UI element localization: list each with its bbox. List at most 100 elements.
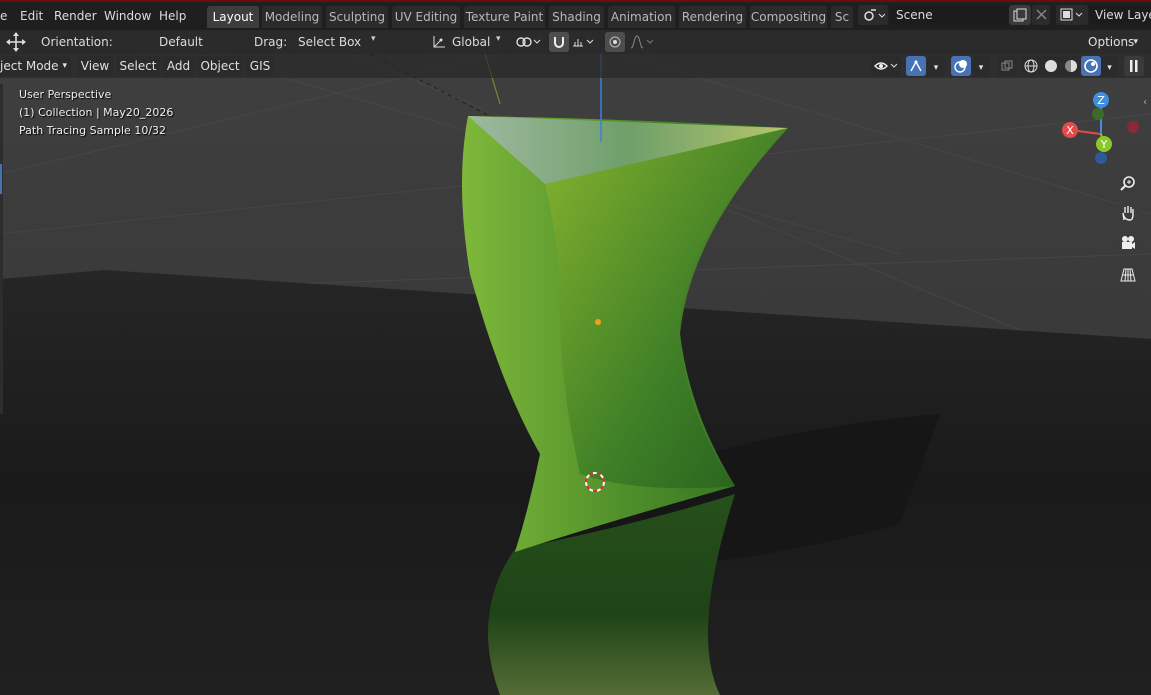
close-icon [1036, 9, 1047, 20]
tab-uv-editing[interactable]: UV Editing [392, 6, 460, 28]
menu-gis[interactable]: GIS [246, 56, 274, 76]
zoom-icon [1120, 176, 1135, 191]
copy-icon [1013, 8, 1027, 22]
view-layer-field[interactable]: View Layer [1089, 5, 1151, 25]
orientation-dropdown[interactable]: Default [135, 32, 234, 52]
gizmo-neg-z[interactable] [1095, 152, 1107, 164]
xray-toggle-button[interactable] [997, 56, 1017, 76]
gizmo-neg-y[interactable] [1092, 108, 1104, 120]
scene-name-field[interactable]: Scene [890, 5, 1008, 25]
sidebar-toggle[interactable]: ‹ [1143, 94, 1151, 110]
menu-render[interactable]: Render [54, 7, 97, 25]
new-scene-button[interactable] [1009, 5, 1031, 25]
toolbar-edge[interactable] [0, 84, 3, 414]
proportional-circle-icon [609, 36, 621, 48]
overlay-icon [954, 60, 967, 73]
drag-dropdown[interactable]: Select Box [292, 32, 382, 52]
visibility-dropdown[interactable] [871, 56, 901, 76]
options-dropdown[interactable]: Options ▾ [1081, 32, 1144, 52]
xray-icon [1001, 60, 1013, 71]
solid-sphere-icon [1045, 60, 1057, 72]
menu-view[interactable]: View [77, 56, 113, 76]
chevron-left-icon: ‹ [1143, 97, 1147, 108]
tab-compositing[interactable]: Compositing [750, 6, 827, 28]
active-tool-indicator [0, 164, 2, 194]
gizmo-options-dropdown[interactable]: ▾ [927, 56, 945, 76]
mode-label: ject Mode [0, 59, 59, 73]
overlay-toggle-button[interactable] [951, 56, 971, 76]
options-label: Options [1088, 35, 1135, 49]
tab-animation[interactable]: Animation [608, 6, 675, 28]
gizmo-toggle-button[interactable] [906, 56, 926, 76]
chevron-down-icon: ▾ [62, 61, 67, 71]
mode-dropdown[interactable]: ject Mode ▾ [0, 56, 71, 76]
top-bar: e Edit Render Window Help Layout Modelin… [0, 0, 1151, 30]
view-name-label: User Perspective [19, 88, 112, 101]
menu-file[interactable]: e [0, 7, 7, 25]
scene-selector-button[interactable] [858, 5, 888, 25]
drag-label: Drag: [254, 35, 288, 49]
chevron-down-icon: ▾ [933, 63, 939, 73]
snap-toggle-button[interactable] [549, 32, 569, 52]
shading-wireframe-button[interactable] [1021, 56, 1041, 76]
chevron-down-icon: ▾ [978, 63, 984, 73]
eye-icon [874, 62, 898, 70]
tab-shading[interactable]: Shading [549, 6, 604, 28]
pan-button[interactable] [1116, 201, 1140, 225]
menu-help[interactable]: Help [159, 7, 186, 25]
rendered-sphere-icon [1084, 59, 1098, 73]
menu-add[interactable]: Add [163, 56, 194, 76]
pause-render-button[interactable] [1124, 56, 1144, 76]
scene-icon [864, 9, 885, 21]
move-tool-icon[interactable] [4, 31, 28, 53]
proportional-editing-button[interactable] [605, 32, 625, 52]
magnet-icon [554, 37, 564, 48]
collection-label: (1) Collection | May20_2026 [19, 106, 174, 119]
viewport-scene [0, 54, 1151, 695]
tab-sculpting[interactable]: Sculpting [326, 6, 388, 28]
navigation-gizmo[interactable]: Z X Y [1058, 90, 1148, 170]
material-sphere-icon [1065, 60, 1077, 72]
menu-select[interactable]: Select [116, 56, 160, 76]
delete-scene-button[interactable] [1032, 5, 1050, 25]
perspective-toggle-button[interactable] [1116, 263, 1140, 287]
tool-settings-bar: Orientation: Default ▾ Drag: Select Box … [0, 30, 1151, 77]
chevron-down-icon: ▾ [1133, 37, 1138, 47]
tab-layout[interactable]: Layout [207, 6, 259, 28]
pause-icon [1130, 60, 1138, 72]
overlay-options-dropdown[interactable]: ▾ [972, 56, 990, 76]
camera-view-button[interactable] [1116, 231, 1140, 255]
menu-window[interactable]: Window [104, 7, 151, 25]
render-sample-label: Path Tracing Sample 10/32 [19, 124, 167, 137]
grid-perspective-icon [1120, 268, 1136, 282]
zoom-button[interactable] [1116, 171, 1140, 195]
chevron-down-icon: ▾ [1107, 63, 1112, 73]
render-layers-icon [1060, 8, 1083, 21]
pivot-point-button[interactable] [512, 32, 544, 52]
camera-icon [1122, 236, 1135, 249]
shading-options-dropdown[interactable]: ▾ [1101, 56, 1118, 76]
chevron-down-icon: ▾ [371, 34, 376, 44]
tab-texture-paint[interactable]: Texture Paint [464, 6, 545, 28]
proportional-falloff-button[interactable] [626, 32, 656, 52]
shading-material-button[interactable] [1061, 56, 1081, 76]
3d-viewport[interactable]: User Perspective (1) Collection | May20_… [0, 54, 1151, 695]
snap-target-button[interactable] [569, 32, 599, 52]
tab-scripting[interactable]: Sc [831, 6, 853, 28]
global-axes-icon [433, 36, 445, 48]
menu-edit[interactable]: Edit [20, 7, 43, 25]
snap-increment-icon [573, 39, 594, 47]
tab-modeling[interactable]: Modeling [262, 6, 322, 28]
gizmo-neg-x[interactable] [1127, 121, 1139, 133]
gizmo-y-label: Y [1100, 138, 1108, 151]
falloff-curve-icon [630, 35, 654, 49]
menu-object[interactable]: Object [197, 56, 243, 76]
shading-rendered-button[interactable] [1081, 56, 1101, 76]
tab-rendering[interactable]: Rendering [679, 6, 746, 28]
gizmo-z-label: Z [1097, 94, 1105, 107]
shading-solid-button[interactable] [1041, 56, 1061, 76]
orientation-label: Orientation: [41, 35, 113, 49]
viewport-header: ject Mode ▾ View Select Add Object GIS ▾… [0, 54, 1151, 78]
link-icon [516, 37, 541, 47]
view-layer-selector-button[interactable] [1056, 5, 1088, 25]
